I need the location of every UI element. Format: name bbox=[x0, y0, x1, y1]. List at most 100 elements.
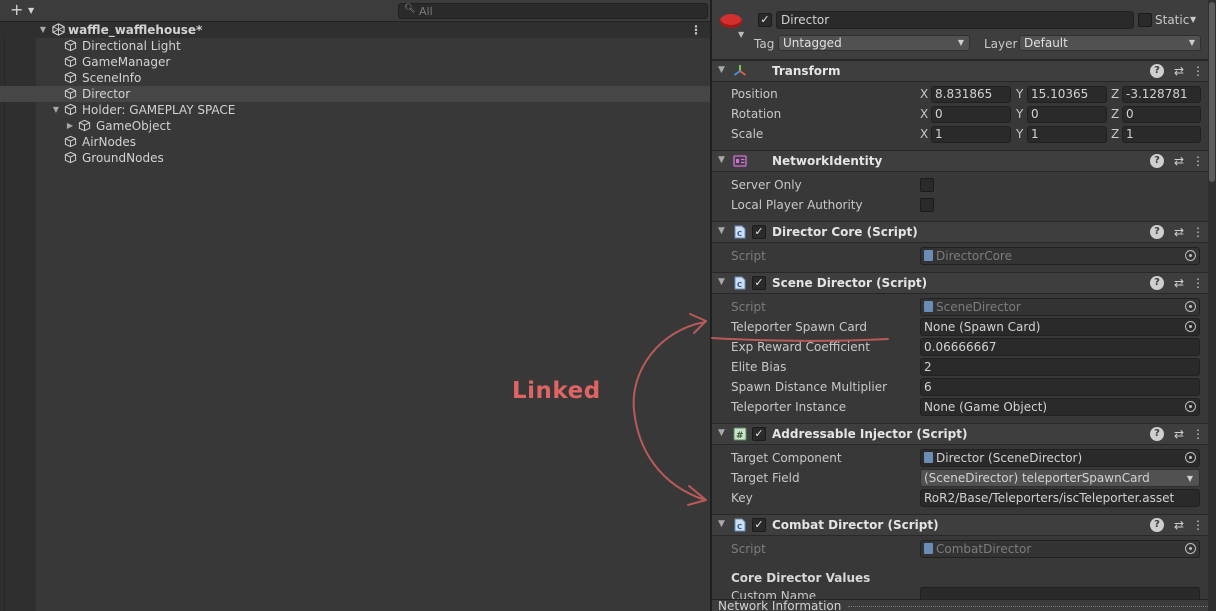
presets-icon[interactable]: ⇄ bbox=[1174, 153, 1184, 169]
chevron-down-icon[interactable]: ▼ bbox=[1190, 12, 1196, 28]
presets-icon[interactable]: ⇄ bbox=[1174, 63, 1184, 79]
more-options-icon[interactable]: ⋮ bbox=[1192, 426, 1204, 442]
target-component-field[interactable]: Director (SceneDirector) bbox=[920, 449, 1200, 467]
teleporter-instance-field[interactable]: None (Game Object) bbox=[920, 398, 1200, 416]
chevron-down-icon: ▼ bbox=[1188, 38, 1195, 47]
hierarchy-item-groundnodes[interactable]: GroundNodes bbox=[36, 150, 710, 166]
core-director-values-heading: Core Director Values bbox=[731, 571, 871, 585]
director-core-component-header[interactable]: ▼ C ✓ Director Core (Script) ? ⇄ ⋮ bbox=[712, 221, 1216, 243]
presets-icon[interactable]: ⇄ bbox=[1174, 517, 1184, 533]
server-only-checkbox[interactable] bbox=[920, 178, 934, 192]
help-icon[interactable]: ? bbox=[1150, 64, 1164, 78]
help-icon[interactable]: ? bbox=[1150, 518, 1164, 532]
component-enabled-checkbox[interactable]: ✓ bbox=[752, 427, 766, 441]
expand-arrow-icon[interactable]: ▶ bbox=[65, 118, 75, 134]
presets-icon[interactable]: ⇄ bbox=[1174, 426, 1184, 442]
hierarchy-item-director[interactable]: Director bbox=[0, 86, 710, 102]
script-file-icon bbox=[924, 543, 933, 554]
component-enabled-checkbox[interactable]: ✓ bbox=[752, 225, 766, 239]
teleporter-instance-value: None (Game Object) bbox=[924, 400, 1048, 414]
presets-icon[interactable]: ⇄ bbox=[1174, 275, 1184, 291]
inspector-scrollbar[interactable] bbox=[1208, 0, 1216, 611]
collapse-arrow-icon[interactable]: ▼ bbox=[718, 226, 725, 236]
scale-z-field[interactable]: 1 bbox=[1122, 126, 1201, 143]
position-z-field[interactable]: -3.128781 bbox=[1122, 86, 1201, 103]
axis-y-label[interactable]: Y bbox=[1016, 86, 1023, 102]
static-checkbox[interactable] bbox=[1138, 13, 1152, 27]
rotation-y-field[interactable]: 0 bbox=[1027, 106, 1107, 123]
scale-x-field[interactable]: 1 bbox=[931, 126, 1011, 143]
rotation-x-field[interactable]: 0 bbox=[931, 106, 1011, 123]
more-options-icon[interactable]: ⋮ bbox=[1192, 153, 1204, 169]
position-x-field[interactable]: 8.831865 bbox=[931, 86, 1011, 103]
networkidentity-component-header[interactable]: ▼ NetworkIdentity ? ⇄ ⋮ bbox=[712, 150, 1216, 172]
hierarchy-item-gameobject[interactable]: ▶ GameObject bbox=[36, 118, 710, 134]
resize-handle[interactable] bbox=[848, 606, 1208, 607]
more-options-icon[interactable]: ⋮ bbox=[1192, 63, 1204, 79]
collapse-arrow-icon[interactable]: ▼ bbox=[718, 277, 725, 287]
hierarchy-item-airnodes[interactable]: AirNodes bbox=[36, 134, 710, 150]
axis-x-label[interactable]: X bbox=[920, 86, 928, 102]
tag-dropdown[interactable]: Untagged ▼ bbox=[778, 35, 970, 51]
help-icon[interactable]: ? bbox=[1150, 427, 1164, 441]
svg-text:C: C bbox=[737, 523, 742, 531]
expand-arrow-icon[interactable]: ▼ bbox=[51, 102, 61, 118]
script-label: Script bbox=[731, 542, 766, 556]
axis-y-label[interactable]: Y bbox=[1016, 106, 1023, 122]
hierarchy-item-holder[interactable]: ▼ Holder: GAMEPLAY SPACE bbox=[36, 102, 710, 118]
hierarchy-item-gamemanager[interactable]: GameManager bbox=[36, 54, 710, 70]
object-picker-icon[interactable] bbox=[1185, 401, 1196, 412]
help-icon[interactable]: ? bbox=[1150, 276, 1164, 290]
layer-dropdown[interactable]: Default ▼ bbox=[1019, 35, 1201, 51]
rotation-z-field[interactable]: 0 bbox=[1122, 106, 1201, 123]
collapse-arrow-icon[interactable]: ▼ bbox=[718, 155, 725, 165]
object-picker-icon[interactable] bbox=[1185, 321, 1196, 332]
collapse-arrow-icon[interactable]: ▼ bbox=[718, 519, 725, 529]
transform-component-header[interactable]: ▼ Transform ? ⇄ ⋮ bbox=[712, 60, 1216, 82]
collapse-arrow-icon[interactable]: ▼ bbox=[718, 428, 725, 438]
hierarchy-item-directional-light[interactable]: Directional Light bbox=[36, 38, 710, 54]
active-checkbox[interactable]: ✓ bbox=[758, 13, 772, 27]
more-options-icon[interactable]: ⋮ bbox=[1192, 517, 1204, 533]
local-player-authority-checkbox[interactable] bbox=[920, 198, 934, 212]
scrollbar-thumb[interactable] bbox=[1209, 2, 1215, 182]
scale-y-field[interactable]: 1 bbox=[1027, 126, 1107, 143]
axis-z-label[interactable]: Z bbox=[1111, 106, 1119, 122]
more-options-icon[interactable]: ⋮ bbox=[1192, 224, 1204, 240]
scene-director-component-header[interactable]: ▼ C ✓ Scene Director (Script) ? ⇄ ⋮ bbox=[712, 272, 1216, 294]
elite-bias-field[interactable]: 2 bbox=[920, 358, 1200, 376]
help-icon[interactable]: ? bbox=[1150, 225, 1164, 239]
combat-director-component-header[interactable]: ▼ C ✓ Combat Director (Script) ? ⇄ ⋮ bbox=[712, 514, 1216, 536]
scene-row[interactable]: ▼ waffle_wafflehouse* ⋮ bbox=[0, 22, 710, 38]
target-field-dropdown[interactable]: (SceneDirector) teleporterSpawnCard ▼ bbox=[920, 469, 1200, 487]
position-label: Position bbox=[731, 87, 778, 101]
gameobject-icon[interactable] bbox=[720, 14, 742, 28]
axis-y-label[interactable]: Y bbox=[1016, 126, 1023, 142]
collapse-arrow-icon[interactable]: ▼ bbox=[718, 65, 725, 75]
axis-x-label[interactable]: X bbox=[920, 126, 928, 142]
object-name-field[interactable]: Director bbox=[776, 11, 1134, 29]
axis-x-label[interactable]: X bbox=[920, 106, 928, 122]
more-options-icon[interactable]: ⋮ bbox=[1192, 275, 1204, 291]
position-y-field[interactable]: 15.10365 bbox=[1027, 86, 1107, 103]
spawn-distance-field[interactable]: 6 bbox=[920, 378, 1200, 396]
expand-arrow-icon[interactable]: ▼ bbox=[38, 22, 48, 38]
axis-z-label[interactable]: Z bbox=[1111, 86, 1119, 102]
exp-reward-field[interactable]: 0.06666667 bbox=[920, 338, 1200, 356]
component-enabled-checkbox[interactable]: ✓ bbox=[752, 276, 766, 290]
network-information-bar[interactable]: Network Information bbox=[712, 599, 1216, 611]
hierarchy-search-input[interactable]: 🔍︎ All bbox=[398, 3, 708, 19]
scene-options-icon[interactable]: ⋮ bbox=[690, 22, 702, 38]
gameobject-cube-icon bbox=[64, 103, 77, 116]
search-placeholder: All bbox=[419, 5, 433, 18]
create-dropdown-button[interactable]: + ▼ bbox=[6, 1, 38, 20]
axis-z-label[interactable]: Z bbox=[1111, 126, 1119, 142]
hierarchy-item-sceneinfo[interactable]: SceneInfo bbox=[36, 70, 710, 86]
help-icon[interactable]: ? bbox=[1150, 154, 1164, 168]
addressable-injector-component-header[interactable]: ▼ # ✓ Addressable Injector (Script) ? ⇄ … bbox=[712, 423, 1216, 445]
teleporter-spawn-card-field[interactable]: None (Spawn Card) bbox=[920, 318, 1200, 336]
key-field[interactable]: RoR2/Base/Teleporters/iscTeleporter.asse… bbox=[920, 489, 1200, 507]
object-picker-icon[interactable] bbox=[1185, 452, 1196, 463]
presets-icon[interactable]: ⇄ bbox=[1174, 224, 1184, 240]
component-enabled-checkbox[interactable]: ✓ bbox=[752, 518, 766, 532]
